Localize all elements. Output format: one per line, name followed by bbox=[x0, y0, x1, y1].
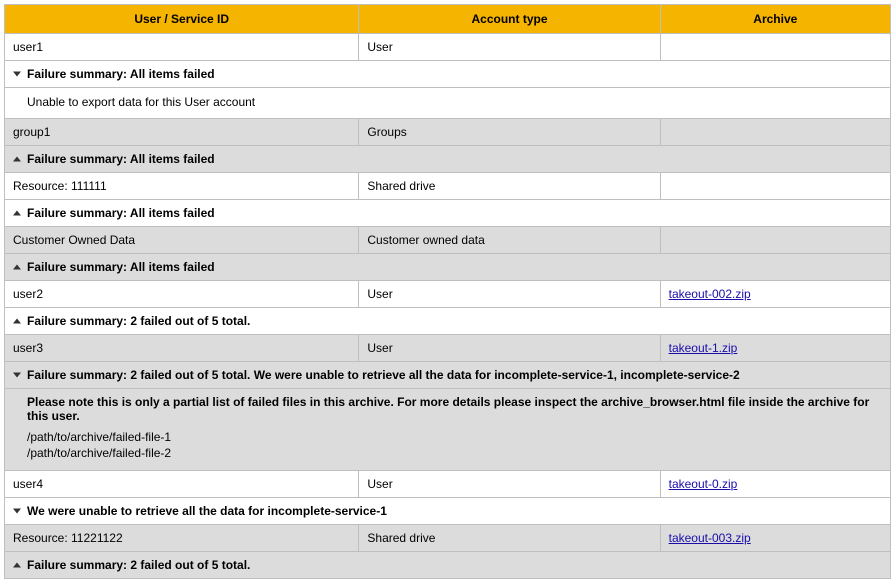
failure-summary-text: Failure summary: 2 failed out of 5 total… bbox=[27, 558, 250, 572]
failure-summary-row[interactable]: Failure summary: All items failed bbox=[5, 146, 891, 173]
cell-user-id: user2 bbox=[5, 281, 359, 308]
cell-account-type: User bbox=[359, 281, 660, 308]
failure-summary-row[interactable]: Failure summary: 2 failed out of 5 total… bbox=[5, 308, 891, 335]
failure-summary-row[interactable]: Failure summary: 2 failed out of 5 total… bbox=[5, 551, 891, 578]
export-status-table: User / Service ID Account type Archive u… bbox=[4, 4, 891, 579]
cell-user-id: user1 bbox=[5, 34, 359, 61]
caret-up-icon[interactable] bbox=[13, 319, 21, 324]
archive-link[interactable]: takeout-1.zip bbox=[669, 341, 738, 355]
failure-summary-text: Failure summary: 2 failed out of 5 total… bbox=[27, 368, 740, 382]
failure-detail-cell: Unable to export data for this User acco… bbox=[5, 88, 891, 119]
caret-up-icon[interactable] bbox=[13, 562, 21, 567]
cell-user-id: Customer Owned Data bbox=[5, 227, 359, 254]
cell-account-type: User bbox=[359, 335, 660, 362]
failure-summary-cell[interactable]: Failure summary: 2 failed out of 5 total… bbox=[5, 308, 891, 335]
failure-detail-line: /path/to/archive/failed-file-1 bbox=[27, 429, 882, 445]
cell-archive bbox=[660, 119, 890, 146]
cell-user-id: user4 bbox=[5, 470, 359, 497]
failure-detail-line: /path/to/archive/failed-file-2 bbox=[27, 445, 882, 461]
failure-summary-cell[interactable]: Failure summary: All items failed bbox=[5, 61, 891, 88]
failure-summary-cell[interactable]: Failure summary: All items failed bbox=[5, 146, 891, 173]
header-user-id: User / Service ID bbox=[5, 5, 359, 34]
failure-summary-text: Failure summary: All items failed bbox=[27, 206, 215, 220]
failure-summary-text: Failure summary: All items failed bbox=[27, 152, 215, 166]
cell-user-id: group1 bbox=[5, 119, 359, 146]
cell-user-id: Resource: 111111 bbox=[5, 173, 359, 200]
failure-summary-cell[interactable]: Failure summary: 2 failed out of 5 total… bbox=[5, 551, 891, 578]
cell-account-type: Shared drive bbox=[359, 524, 660, 551]
failure-summary-row[interactable]: Failure summary: 2 failed out of 5 total… bbox=[5, 362, 891, 389]
archive-link[interactable]: takeout-002.zip bbox=[669, 287, 751, 301]
cell-user-id: Resource: 11221122 bbox=[5, 524, 359, 551]
table-row: Resource: 11221122Shared drive takeout-00… bbox=[5, 524, 891, 551]
table-row: user2User takeout-002.zip bbox=[5, 281, 891, 308]
table-row: group1Groups bbox=[5, 119, 891, 146]
cell-archive: takeout-1.zip bbox=[660, 335, 890, 362]
cell-archive bbox=[660, 173, 890, 200]
caret-up-icon[interactable] bbox=[13, 265, 21, 270]
failure-summary-text: Failure summary: All items failed bbox=[27, 260, 215, 274]
failure-summary-row[interactable]: Failure summary: All items failed bbox=[5, 254, 891, 281]
header-archive: Archive bbox=[660, 5, 890, 34]
table-header-row: User / Service ID Account type Archive bbox=[5, 5, 891, 34]
archive-link[interactable]: takeout-0.zip bbox=[669, 477, 738, 491]
caret-down-icon[interactable] bbox=[13, 373, 21, 378]
cell-archive bbox=[660, 227, 890, 254]
cell-account-type: Groups bbox=[359, 119, 660, 146]
cell-archive: takeout-002.zip bbox=[660, 281, 890, 308]
caret-up-icon[interactable] bbox=[13, 211, 21, 216]
cell-archive: takeout-0.zip bbox=[660, 470, 890, 497]
table-row: Customer Owned DataCustomer owned data bbox=[5, 227, 891, 254]
cell-account-type: User bbox=[359, 34, 660, 61]
table-row: user3User takeout-1.zip bbox=[5, 335, 891, 362]
failure-summary-cell[interactable]: Failure summary: All items failed bbox=[5, 200, 891, 227]
cell-archive: takeout-003.zip bbox=[660, 524, 890, 551]
failure-summary-row[interactable]: Failure summary: All items failed bbox=[5, 200, 891, 227]
caret-up-icon[interactable] bbox=[13, 157, 21, 162]
cell-user-id: user3 bbox=[5, 335, 359, 362]
cell-account-type: Shared drive bbox=[359, 173, 660, 200]
failure-detail-cell: Please note this is only a partial list … bbox=[5, 389, 891, 470]
failure-summary-row[interactable]: We were unable to retrieve all the data … bbox=[5, 497, 891, 524]
failure-detail-row: Please note this is only a partial list … bbox=[5, 389, 891, 470]
failure-summary-cell[interactable]: We were unable to retrieve all the data … bbox=[5, 497, 891, 524]
caret-down-icon[interactable] bbox=[13, 508, 21, 513]
table-row: user1User bbox=[5, 34, 891, 61]
caret-down-icon[interactable] bbox=[13, 72, 21, 77]
failure-detail-row: Unable to export data for this User acco… bbox=[5, 88, 891, 119]
cell-account-type: Customer owned data bbox=[359, 227, 660, 254]
failure-detail-line: Unable to export data for this User acco… bbox=[27, 94, 882, 110]
failure-summary-text: Failure summary: 2 failed out of 5 total… bbox=[27, 314, 250, 328]
failure-summary-cell[interactable]: Failure summary: 2 failed out of 5 total… bbox=[5, 362, 891, 389]
failure-summary-cell[interactable]: Failure summary: All items failed bbox=[5, 254, 891, 281]
table-row: Resource: 111111Shared drive bbox=[5, 173, 891, 200]
archive-link[interactable]: takeout-003.zip bbox=[669, 531, 751, 545]
cell-account-type: User bbox=[359, 470, 660, 497]
header-account-type: Account type bbox=[359, 5, 660, 34]
table-row: user4User takeout-0.zip bbox=[5, 470, 891, 497]
failure-summary-row[interactable]: Failure summary: All items failed bbox=[5, 61, 891, 88]
failure-summary-text: Failure summary: All items failed bbox=[27, 67, 215, 81]
cell-archive bbox=[660, 34, 890, 61]
failure-detail-note: Please note this is only a partial list … bbox=[27, 395, 882, 423]
failure-summary-text: We were unable to retrieve all the data … bbox=[27, 504, 387, 518]
